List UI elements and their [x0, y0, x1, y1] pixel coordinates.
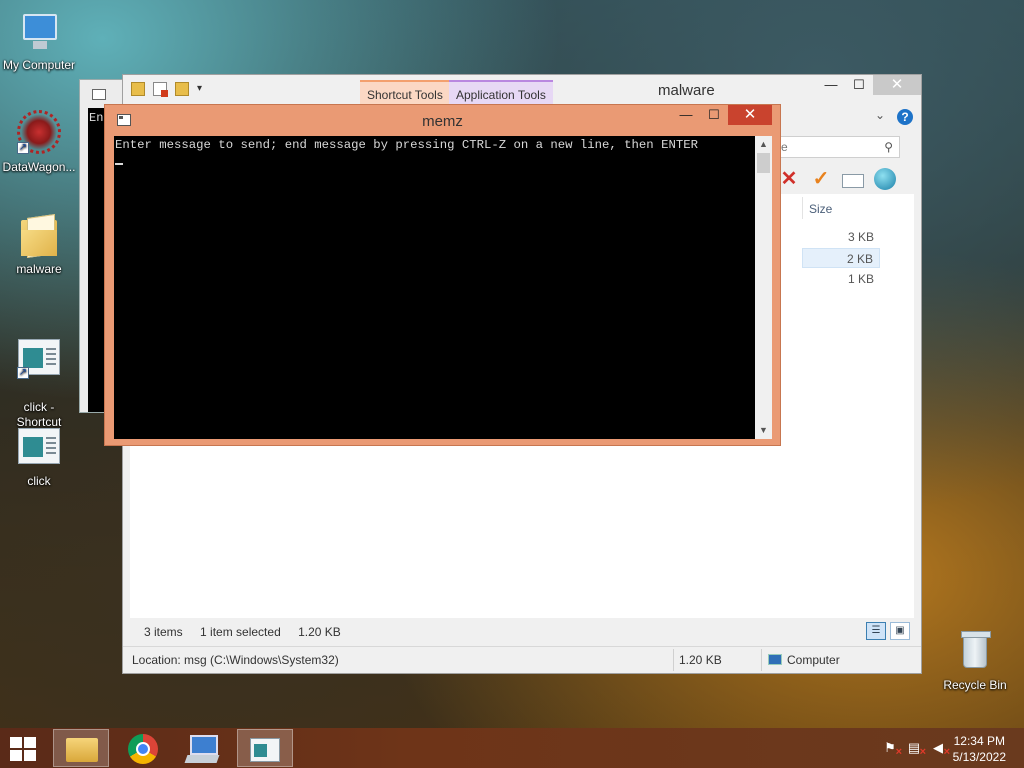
text-cursor [115, 163, 123, 165]
taskbar-chrome[interactable] [114, 729, 170, 767]
computer-icon [17, 10, 61, 54]
status-selection-size: 1.20 KB [298, 625, 341, 639]
shortcut-arrow-icon: ↗ [17, 142, 29, 154]
computer-icon [190, 735, 218, 755]
column-header-size[interactable]: Size [802, 197, 880, 219]
large-icons-view-button[interactable]: ▣ [890, 622, 910, 640]
window-caption-buttons: — ☐ ✕ [817, 75, 921, 95]
close-button[interactable]: ✕ [728, 105, 772, 125]
new-folder-icon[interactable] [175, 82, 189, 96]
desktop-icon-my-computer[interactable]: My Computer [0, 10, 78, 73]
maximize-button[interactable]: ☐ [845, 75, 873, 95]
minimize-button[interactable]: — [817, 75, 845, 95]
desktop-icon-label: malware [16, 262, 62, 276]
action-center-flag-icon[interactable]: ⚑ [882, 740, 902, 760]
scroll-down-icon[interactable]: ▼ [755, 422, 772, 439]
desktop-icon-malware-folder[interactable]: malware [0, 214, 78, 277]
view-toggle: ☰ ▣ [866, 622, 1010, 640]
folder-icon [66, 738, 98, 762]
rename-icon[interactable] [842, 174, 864, 188]
check-icon[interactable]: ✓ [810, 168, 832, 190]
minimize-button[interactable]: — [672, 105, 700, 125]
delete-icon[interactable]: ✕ [778, 168, 800, 190]
status-selection: 1 item selected [200, 625, 281, 639]
app-icon [250, 738, 280, 762]
console-output[interactable]: Enter message to send; end message by pr… [114, 136, 755, 439]
clock-time: 12:34 PM [953, 734, 1005, 748]
clock-date: 5/13/2022 [952, 750, 1006, 764]
virus-icon: ↗ [17, 110, 61, 156]
folder-icon [17, 214, 61, 258]
quick-access-toolbar: ▾ [131, 82, 205, 97]
window-title: malware [658, 82, 715, 99]
memz-console-window[interactable]: memz — ☐ ✕ Enter message to send; end me… [104, 104, 781, 446]
details-bar: Location: msg (C:\Windows\System32) 1.20… [123, 646, 921, 672]
console-window-icon [92, 89, 106, 100]
desktop-icon-label: Recycle Bin [943, 678, 1007, 692]
volume-icon[interactable]: ◀ [930, 740, 950, 760]
ribbon-organize-group: ✕ ✓ [778, 168, 896, 190]
chevron-down-icon[interactable]: ⌄ [875, 108, 885, 122]
folder-icon[interactable] [131, 82, 145, 96]
chrome-icon [128, 734, 158, 764]
scroll-thumb[interactable] [757, 153, 770, 173]
maximize-button[interactable]: ☐ [700, 105, 728, 125]
table-row-size[interactable]: 1 KB [802, 269, 880, 289]
details-zone-label: Computer [787, 653, 840, 667]
window-caption-buttons: — ☐ ✕ [672, 105, 772, 125]
desktop-icon-label: click [27, 474, 51, 488]
search-icon[interactable]: ⚲ [884, 140, 893, 154]
vertical-scrollbar[interactable]: ▲ ▼ [755, 136, 772, 439]
search-input[interactable]: re ⚲ [772, 136, 900, 158]
shell-icon[interactable] [874, 168, 896, 190]
tab-shortcut-tools[interactable]: Shortcut Tools [360, 80, 450, 105]
desktop-icon-datawagon[interactable]: ↗ DataWagon... [0, 110, 78, 175]
table-row-size-selected[interactable]: 2 KB [802, 248, 880, 268]
shortcut-arrow-icon: ↗ [17, 367, 29, 379]
table-row-size[interactable]: 3 KB [802, 227, 880, 247]
system-tray: ⚑ ▤ ◀ 12:34 PM 5/13/2022 [864, 728, 1024, 768]
taskbar: ⚑ ▤ ◀ 12:34 PM 5/13/2022 [0, 728, 1024, 768]
computer-icon [768, 654, 782, 665]
details-size: 1.20 KB [679, 653, 722, 667]
details-zone: Computer [768, 653, 840, 667]
desktop-icon-click[interactable]: click [0, 426, 78, 489]
app-shortcut-icon: ↗ [17, 337, 61, 381]
network-icon[interactable]: ▤ [906, 740, 926, 760]
tab-application-tools[interactable]: Application Tools [449, 80, 553, 105]
details-location: Location: msg (C:\Windows\System32) [132, 653, 339, 667]
desktop-icon-label: DataWagon... [2, 160, 76, 174]
desktop-icon-label: My Computer [2, 58, 76, 72]
status-item-count: 3 items [144, 625, 183, 639]
app-icon [17, 426, 61, 470]
taskbar-file-explorer[interactable] [53, 729, 109, 767]
help-icon[interactable]: ? [897, 109, 913, 125]
details-view-button[interactable]: ☰ [866, 622, 886, 640]
properties-icon[interactable] [153, 82, 168, 97]
clock[interactable]: 12:34 PM 5/13/2022 [953, 733, 1006, 765]
scroll-up-icon[interactable]: ▲ [755, 136, 772, 153]
taskbar-computer[interactable] [176, 729, 232, 767]
start-button[interactable] [8, 736, 38, 762]
explorer-titlebar[interactable]: ▾ Shortcut Tools Application Tools malwa… [123, 75, 921, 105]
close-button[interactable]: ✕ [873, 75, 921, 95]
console-prompt-text: Enter message to send; end message by pr… [115, 138, 698, 152]
taskbar-click-app[interactable] [237, 729, 293, 767]
chevron-down-icon[interactable]: ▾ [197, 82, 205, 96]
explorer-status-bar: 3 items 1 item selected 1.20 KB [144, 625, 355, 639]
